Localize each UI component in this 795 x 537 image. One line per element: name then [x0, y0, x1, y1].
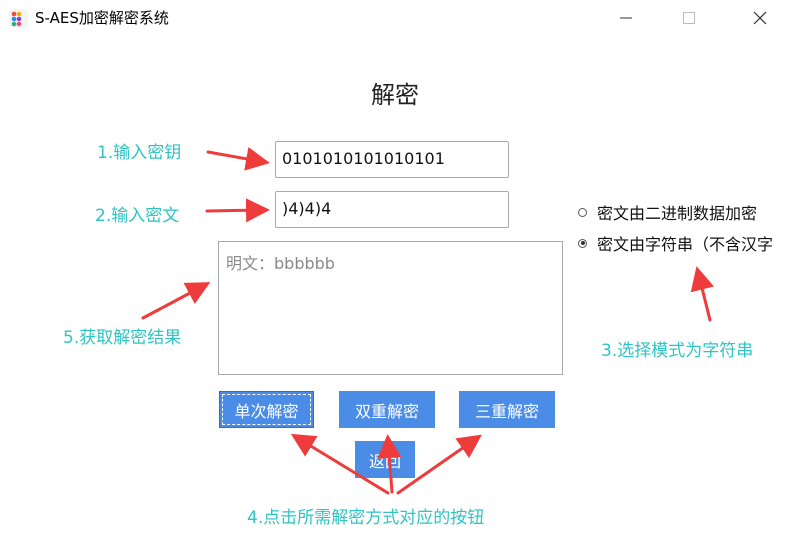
arrow-step1	[206, 147, 270, 171]
arrow-step2	[205, 198, 270, 223]
arrow-step3	[690, 266, 715, 322]
arrow-step4-left	[290, 433, 390, 495]
annotation-arrows	[141, 147, 715, 495]
arrow-step4-mid	[377, 434, 402, 494]
arrow-step5	[141, 282, 211, 320]
arrow-step4-right	[396, 434, 482, 495]
